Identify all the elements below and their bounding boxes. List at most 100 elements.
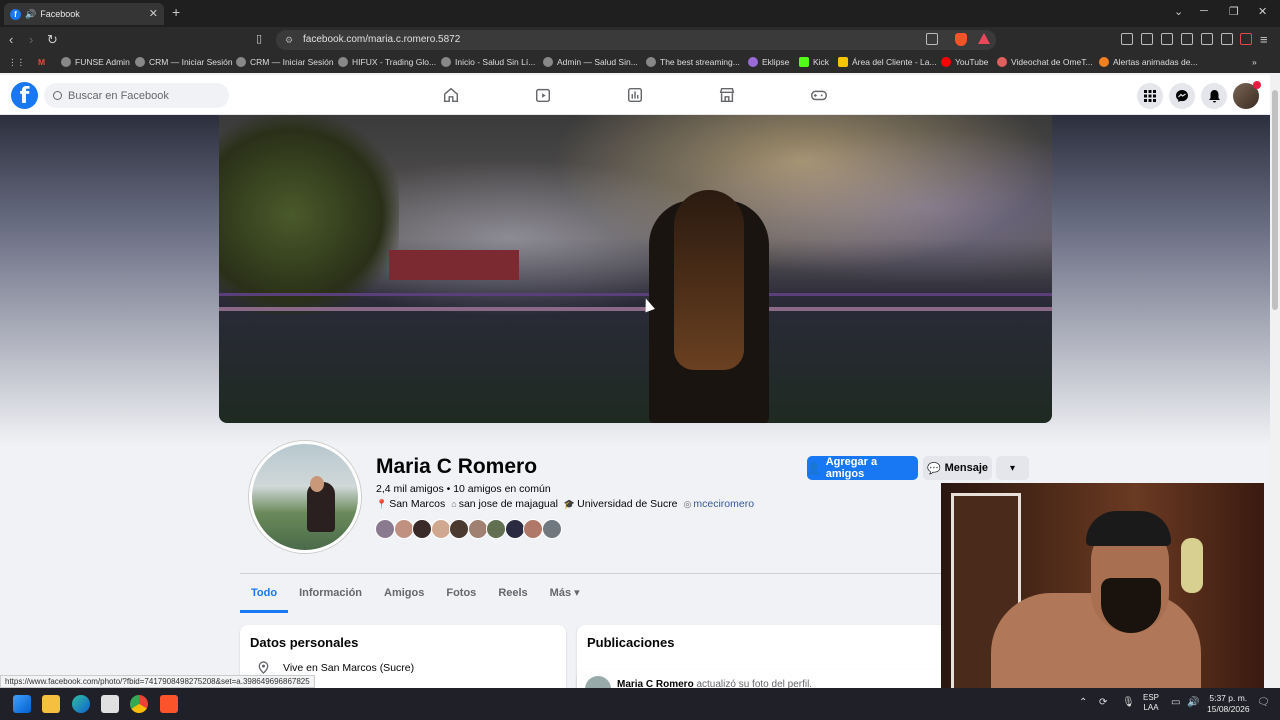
start-icon[interactable] — [13, 695, 31, 713]
add-friend-button[interactable]: 👤 Agregar a amigos — [807, 456, 918, 480]
profile-picture[interactable] — [249, 441, 361, 553]
bookmark-item[interactable]: Inicio - Salud Sin Lí... — [441, 57, 535, 67]
bookmark-item[interactable]: HIFUX - Trading Glo... — [338, 57, 436, 67]
instagram-icon: ◎ — [683, 498, 692, 509]
close-tab-icon[interactable]: ✕ — [149, 7, 158, 20]
mutual-avatar[interactable] — [523, 519, 543, 539]
home-nav-icon[interactable] — [442, 86, 460, 104]
language-indicator[interactable]: ESP LAA — [1143, 693, 1159, 713]
maximize-icon[interactable]: ❐ — [1229, 5, 1239, 18]
gmail-icon[interactable]: M — [38, 57, 45, 67]
notifications-bell-icon[interactable] — [1201, 83, 1227, 109]
brave-taskbar-icon[interactable] — [160, 695, 178, 713]
video-nav-icon[interactable] — [534, 86, 552, 104]
chrome-icon[interactable] — [130, 695, 148, 713]
url-bar[interactable]: ⚙ facebook.com/maria.c.romero.5872 — [276, 30, 996, 50]
messenger-icon[interactable] — [1169, 83, 1195, 109]
friends-count[interactable]: 2,4 mil amigos • 10 amigos en común — [376, 483, 551, 495]
webcam-microphone — [1181, 538, 1203, 593]
back-icon[interactable]: ‹ — [9, 32, 13, 47]
add-person-icon: 👤 — [807, 462, 821, 475]
search-box[interactable] — [44, 83, 229, 108]
profile-name: Maria C Romero — [376, 455, 538, 478]
mic-icon[interactable]: 🎙 — [1122, 697, 1135, 708]
mutual-friends-avatars[interactable] — [375, 519, 562, 539]
browser-tab[interactable]: f 🔊 Facebook ✕ — [4, 3, 164, 25]
mutual-avatar[interactable] — [504, 519, 525, 539]
bookmark-item[interactable]: CRM — Iniciar Sesión — [236, 57, 334, 67]
mutual-avatar[interactable] — [486, 519, 506, 539]
page-scrollbar[interactable] — [1270, 75, 1280, 688]
close-window-icon[interactable]: ✕ — [1258, 5, 1267, 18]
new-tab-icon[interactable]: + — [172, 4, 180, 20]
cover-photo[interactable] — [219, 115, 1052, 423]
edge-icon[interactable] — [72, 695, 90, 713]
streamlabs-icon — [1099, 57, 1109, 67]
brave-rewards-icon[interactable] — [978, 33, 990, 44]
network-icon[interactable]: ▭ — [1171, 697, 1180, 708]
taskbar-clock[interactable]: 5:37 p. m. 15/08/2026 — [1207, 693, 1250, 715]
tab-amigos[interactable]: Amigos — [373, 580, 435, 613]
tab-reels[interactable]: Reels — [487, 580, 538, 613]
extensions-icon[interactable] — [1121, 33, 1133, 45]
mutual-avatar[interactable] — [375, 519, 395, 539]
tab-informacion[interactable]: Información — [288, 580, 373, 613]
menu-grid-icon[interactable] — [1137, 83, 1163, 109]
site-info-icon[interactable]: ⚙ — [285, 30, 293, 50]
globe-icon — [236, 57, 246, 67]
ometv-icon — [997, 57, 1007, 67]
sync-icon[interactable]: ⟳ — [1099, 697, 1107, 708]
bookmark-item[interactable]: The best streaming... — [646, 57, 740, 67]
gaming-nav-icon[interactable] — [810, 86, 828, 104]
profile-extension-icon[interactable] — [1240, 33, 1252, 45]
sidebar-icon[interactable] — [1161, 33, 1173, 45]
message-button[interactable]: 💬 Mensaje — [923, 456, 992, 480]
mutual-avatar[interactable] — [541, 519, 562, 539]
cover-person-hair — [674, 190, 744, 370]
mutual-avatar[interactable] — [467, 519, 488, 539]
menu-icon[interactable]: ≡ — [1260, 32, 1268, 47]
bookmark-icon[interactable]: ▯ — [256, 32, 262, 45]
bookmark-item[interactable]: Alertas animadas de... — [1099, 57, 1198, 67]
mutual-avatar[interactable] — [449, 519, 469, 539]
more-bookmarks-icon[interactable]: » — [1252, 57, 1257, 67]
tab-todo[interactable]: Todo — [240, 580, 289, 613]
brave-shields-icon[interactable] — [955, 33, 967, 46]
bookmark-item[interactable]: Videochat de OmeT... — [997, 57, 1093, 67]
bookmark-item[interactable]: Área del Cliente - La... — [838, 57, 937, 67]
bookmark-item[interactable]: Eklipse — [748, 57, 789, 67]
mutual-avatar[interactable] — [393, 519, 414, 539]
mutual-avatar[interactable] — [430, 519, 451, 539]
file-explorer-icon[interactable] — [42, 695, 60, 713]
facebook-logo-icon[interactable]: f — [11, 82, 38, 109]
marketplace-nav-icon[interactable] — [718, 86, 736, 104]
tab-list-icon[interactable]: ⌄ — [1174, 5, 1183, 18]
bookmark-item[interactable]: FUNSE Admin — [61, 57, 130, 67]
feeds-nav-icon[interactable] — [626, 86, 644, 104]
volume-icon[interactable]: 🔊 — [1187, 697, 1199, 708]
more-options-button[interactable]: ▾ — [996, 456, 1029, 480]
media-icon[interactable] — [1141, 33, 1153, 45]
vpn-icon[interactable] — [1221, 33, 1233, 45]
scrollbar-thumb[interactable] — [1272, 90, 1278, 310]
leo-icon[interactable] — [1201, 33, 1213, 45]
store-icon[interactable] — [101, 695, 119, 713]
tab-fotos[interactable]: Fotos — [435, 580, 487, 613]
bookmark-item[interactable]: CRM — Iniciar Sesión — [135, 57, 233, 67]
notification-center-icon[interactable]: 🗨 — [1257, 697, 1270, 708]
reload-icon[interactable]: ↻ — [47, 32, 58, 48]
cast-icon[interactable] — [926, 33, 938, 45]
bookmark-item[interactable]: Admin — Salud Sin... — [543, 57, 638, 67]
wallet-icon[interactable] — [1181, 33, 1193, 45]
tab-mas[interactable]: Más ▾ — [539, 580, 591, 613]
apps-icon[interactable]: ⋮⋮ — [8, 57, 25, 68]
account-avatar[interactable] — [1233, 81, 1261, 109]
bookmark-item[interactable]: YouTube — [941, 57, 988, 67]
bookmark-item[interactable]: Kick — [799, 57, 829, 67]
minimize-icon[interactable]: ─ — [1200, 5, 1208, 17]
mutual-avatar[interactable] — [412, 519, 432, 539]
forward-icon[interactable]: › — [29, 32, 33, 47]
search-input[interactable] — [68, 89, 218, 102]
instagram-link[interactable]: ◎ mceciromero — [684, 498, 755, 510]
tray-expand-icon[interactable]: ⌃ — [1079, 697, 1087, 708]
